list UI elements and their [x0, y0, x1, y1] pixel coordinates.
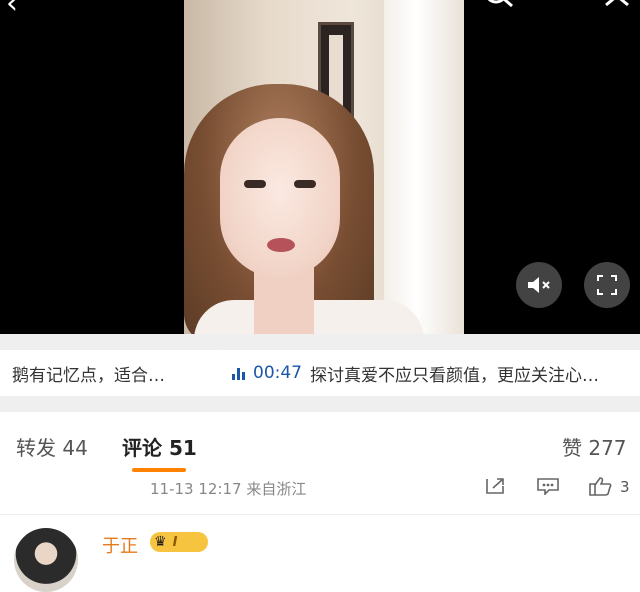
chapter-card[interactable]: 鹅有记忆点，适合… [0, 350, 226, 396]
comment-time-location: 11-13 12:17 来自浙江 [150, 480, 307, 498]
tab-bar: 转发 44 评论 51 赞 277 [0, 412, 640, 478]
video-player[interactable]: ‹ [0, 0, 640, 334]
mute-icon[interactable] [516, 262, 562, 308]
chapter-text: 鹅有记忆点，适合… [12, 365, 165, 386]
tab-repost[interactable]: 转发 44 [16, 432, 88, 461]
tab-likes[interactable]: 赞 277 [562, 432, 627, 461]
comment-like-count: 3 [620, 478, 630, 496]
divider [0, 514, 640, 515]
crown-icon: ♛ [154, 534, 167, 550]
comment-meta-row: 11-13 12:17 来自浙江 3 [0, 476, 640, 512]
active-tab-indicator [132, 468, 186, 472]
comment-icon[interactable] [536, 476, 560, 500]
badge-level: I [172, 534, 178, 550]
thumbs-up-icon[interactable] [588, 476, 614, 501]
fullscreen-icon[interactable] [584, 262, 630, 308]
member-badge: ♛ I [150, 532, 208, 552]
tab-comments-count: 51 [168, 436, 197, 460]
comment-username[interactable]: 于正 [102, 532, 138, 558]
video-frame [184, 0, 464, 334]
person-face [220, 118, 340, 278]
chapter-text: 探讨真爱不应只看颜值，更应关注心… [310, 365, 599, 386]
search-icon[interactable] [482, 0, 516, 21]
close-icon[interactable] [604, 0, 634, 20]
share-icon[interactable] [484, 476, 506, 500]
chapter-time: 00:47 [253, 363, 302, 383]
audio-bars-icon [232, 366, 245, 380]
curtain [384, 0, 464, 334]
tab-comments[interactable]: 评论 51 [122, 432, 197, 461]
chapter-strip: 鹅有记忆点，适合… 00:47 探讨真爱不应只看颜值，更应关注心… [0, 334, 640, 412]
chapter-card[interactable]: 00:47 探讨真爱不应只看颜值，更应关注心… [218, 350, 640, 396]
chevron-left-icon[interactable]: ‹ [6, 0, 18, 21]
avatar[interactable] [14, 528, 78, 592]
tab-comments-label: 评论 [122, 436, 162, 460]
